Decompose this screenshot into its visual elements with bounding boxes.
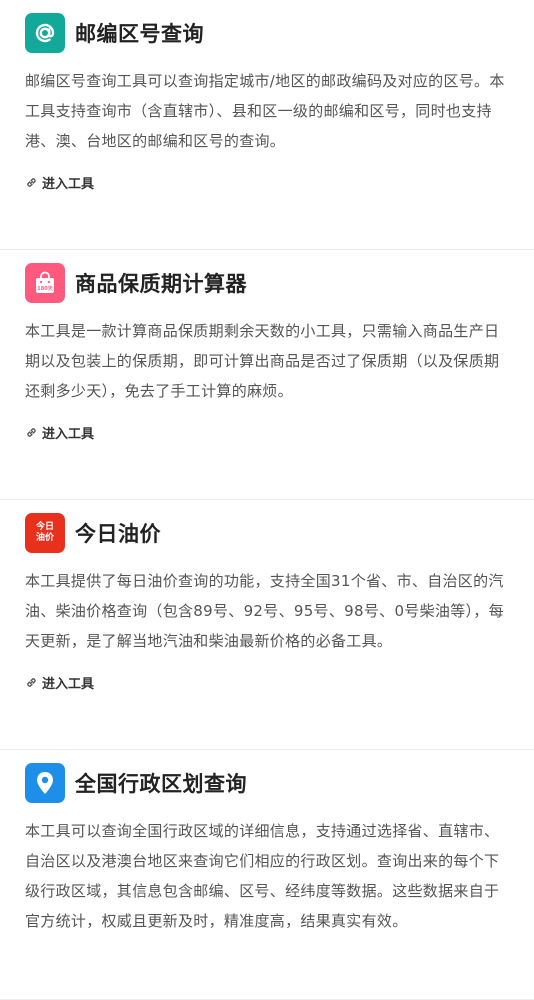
card-header: 180天 商品保质期计算器	[25, 262, 509, 304]
shopping-bag-icon: 180天	[25, 263, 65, 303]
card-header: 今日 油价 今日油价	[25, 512, 509, 554]
card-title: 邮编区号查询	[75, 22, 204, 46]
location-pin-icon	[25, 763, 65, 803]
card-description: 本工具可以查询全国行政区域的详细信息，支持通过选择省、直辖市、自治区以及港澳台地…	[25, 822, 500, 930]
oil-icon-line1: 今日	[35, 522, 54, 532]
card-title: 今日油价	[75, 522, 161, 546]
card-description: 本工具提供了每日油价查询的功能，支持全国31个省、市、自治区的汽油、柴油价格查询…	[25, 572, 504, 650]
card-title: 商品保质期计算器	[75, 272, 247, 296]
enter-tool-link[interactable]: 进入工具	[25, 173, 509, 192]
enter-tool-link[interactable]: 进入工具	[25, 423, 509, 442]
oil-icon-line2: 油价	[35, 533, 54, 543]
enter-tool-link[interactable]: 进入工具	[25, 673, 509, 692]
tool-card-postcode: 邮编区号查询 邮编区号查询工具可以查询指定城市/地区的邮政编码及对应的区号。本工…	[0, 0, 534, 250]
at-icon	[25, 13, 65, 53]
link-icon	[27, 428, 36, 437]
tool-card-admin-division: 全国行政区划查询 本工具可以查询全国行政区域的详细信息，支持通过选择省、直辖市、…	[0, 750, 534, 1000]
link-icon	[27, 678, 36, 687]
link-icon	[27, 178, 36, 187]
card-title: 全国行政区划查询	[75, 772, 247, 796]
enter-tool-label: 进入工具	[42, 427, 95, 442]
enter-tool-label: 进入工具	[42, 177, 95, 192]
card-description: 本工具是一款计算商品保质期剩余天数的小工具，只需输入商品生产日期以及包装上的保质…	[25, 322, 500, 400]
card-header: 邮编区号查询	[25, 12, 509, 54]
oil-price-icon: 今日 油价	[25, 513, 65, 553]
tool-card-oil-price: 今日 油价 今日油价 本工具提供了每日油价查询的功能，支持全国31个省、市、自治…	[0, 500, 534, 750]
bag-icon-text: 180天	[37, 285, 53, 292]
card-header: 全国行政区划查询	[25, 762, 509, 804]
card-description: 邮编区号查询工具可以查询指定城市/地区的邮政编码及对应的区号。本工具支持查询市（…	[25, 72, 505, 150]
tool-card-shelf-life: 180天 商品保质期计算器 本工具是一款计算商品保质期剩余天数的小工具，只需输入…	[0, 250, 534, 500]
enter-tool-label: 进入工具	[42, 677, 95, 692]
